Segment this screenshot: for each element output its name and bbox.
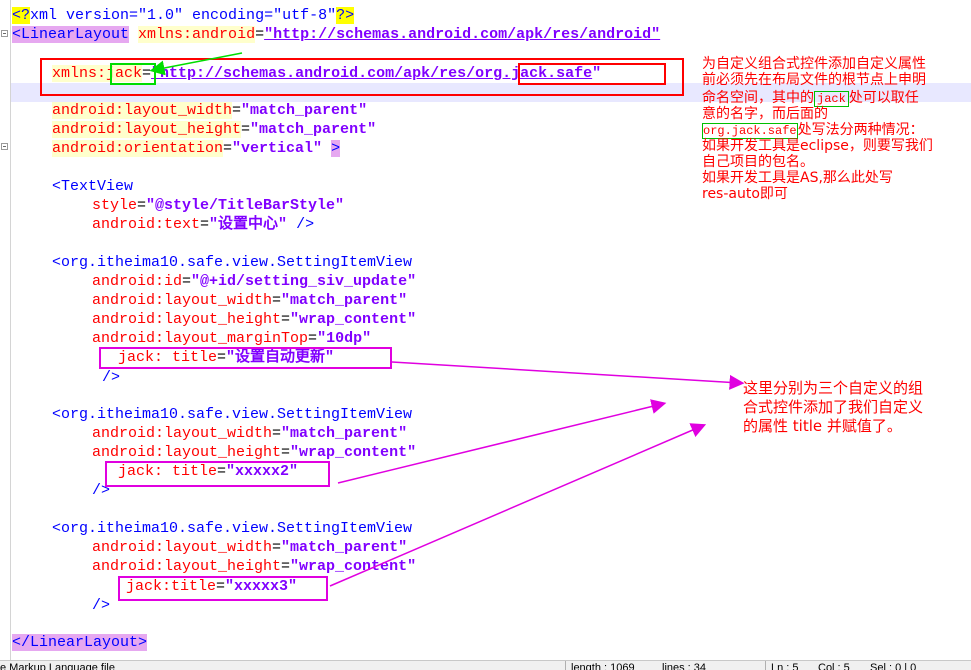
- title-note-line-2: 合式控件添加了我们自定义: [743, 398, 924, 416]
- title-note-line-1: 这里分别为三个自定义的组: [743, 379, 924, 397]
- magenta-arrow-2: [337, 399, 667, 484]
- namespace-note-line-2: 前必须先在布局文件的根节点上申明: [702, 72, 926, 88]
- namespace-note-line-8: 如果开发工具是AS,那么此处写: [702, 170, 893, 186]
- code-editor[interactable]: <?xml version="1.0" encoding="utf-8"?> <…: [0, 0, 971, 660]
- namespace-note-line-9: res-auto即可: [702, 186, 788, 202]
- title-note-line-3: 的属性 title 并赋值了。: [743, 417, 902, 435]
- magenta-arrow-3: [329, 423, 707, 587]
- namespace-note-line-4: 意的名字，而后面的: [702, 106, 828, 122]
- green-arrow: [149, 52, 243, 76]
- magenta-arrow-1: [391, 361, 745, 390]
- namespace-note-line-5: org.jack.safe处写法分两种情况：: [702, 122, 924, 139]
- namespace-note-line-7: 自己项目的包名。: [702, 154, 814, 170]
- namespace-note-line-1: 为自定义组合式控件添加自定义属性: [702, 56, 926, 72]
- namespace-note-line-6: 如果开发工具是eclipse，则要写我们: [702, 138, 933, 154]
- namespace-note-line-3: 命名空间，其中的 jack 处可以取任: [702, 90, 919, 107]
